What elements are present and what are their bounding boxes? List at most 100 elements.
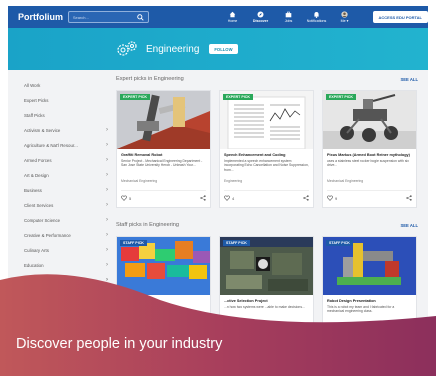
expert-pick-badge: EXPERT PICK xyxy=(326,94,356,100)
heart-icon xyxy=(224,195,230,201)
nav-notifications[interactable]: Notifications xyxy=(303,11,331,23)
nav-discover[interactable]: Discover xyxy=(247,11,275,23)
sidebar-item-agriculture[interactable]: Agriculture & Nat'l Resour... › xyxy=(24,138,110,153)
staff-picks-header: Staff picks in Engineering SEE ALL xyxy=(116,222,418,228)
sidebar-item-label: Engineering xyxy=(24,277,50,283)
follow-button[interactable]: FOLLOW xyxy=(209,44,238,54)
nav-jobs-label: Jobs xyxy=(284,19,293,23)
sidebar-item-label: Art & Design xyxy=(24,172,49,178)
like-count: 4 xyxy=(232,195,235,201)
avatar xyxy=(341,11,348,18)
staff-pick-badge: STAFF PICK xyxy=(223,240,250,246)
card-description: Senior Project - Mechanical Engineering … xyxy=(121,159,203,168)
chevron-right-icon: › xyxy=(106,172,108,178)
sidebar-item-label: Client Services xyxy=(24,202,54,208)
project-card[interactable]: EXPERT PICK Graffiti Removal Robot Senio… xyxy=(116,90,211,208)
card-title: Graffiti Removal Robot xyxy=(121,153,163,157)
search-icon[interactable] xyxy=(136,14,144,21)
card-description xyxy=(121,299,206,317)
sidebar-item-label: All Work xyxy=(24,82,41,88)
chevron-right-icon: › xyxy=(106,142,108,148)
sidebar-item-staff-picks[interactable]: Staff Picks xyxy=(24,108,110,123)
sidebar-item-label: Business xyxy=(24,187,42,193)
card-description: Implemented a speech enhancement system … xyxy=(224,159,309,172)
app-window: Portfolium Search... Home Discover Jobs … xyxy=(8,6,428,372)
sidebar-item-label: Agriculture & Nat'l Resour... xyxy=(24,142,78,148)
chevron-right-icon: › xyxy=(106,127,108,133)
share-icon[interactable] xyxy=(200,195,206,201)
like-button[interactable]: 4 xyxy=(224,195,234,201)
expert-picks-cards: EXPERT PICK Graffiti Removal Robot Senio… xyxy=(116,90,425,208)
card-description: ...n how two systems were ...able to mak… xyxy=(224,305,305,309)
project-card[interactable]: STAFF PICK Robot Design Presentation Thi… xyxy=(322,236,417,354)
card-title: Speech Enhancement and Coding xyxy=(224,153,286,157)
sidebar-item-business[interactable]: Business › xyxy=(24,183,110,198)
heart-icon xyxy=(121,195,127,201)
like-button[interactable]: 9 xyxy=(327,195,337,201)
sidebar-item-engineering[interactable]: Engineering › xyxy=(24,273,110,288)
industry-header: Engineering FOLLOW xyxy=(8,28,428,70)
nav-jobs[interactable]: Jobs xyxy=(275,11,303,23)
see-all-link[interactable]: SEE ALL xyxy=(400,77,418,82)
sidebar-item-all-work[interactable]: All Work xyxy=(24,78,110,93)
project-card[interactable]: EXPERT PICK Pixus Markus (Armed Boot Rei… xyxy=(322,90,417,208)
access-edu-portal-button[interactable]: ACCESS EDU PORTAL xyxy=(372,11,428,23)
sidebar-item-armed-forces[interactable]: Armed Forces › xyxy=(24,153,110,168)
project-thumbnail[interactable]: STAFF PICK xyxy=(117,237,210,295)
project-thumbnail[interactable]: EXPERT PICK xyxy=(220,91,313,149)
sidebar-item-label: Education xyxy=(24,262,44,268)
sidebar-item-art-design[interactable]: Art & Design › xyxy=(24,168,110,183)
staff-pick-badge: STAFF PICK xyxy=(120,240,147,246)
chevron-right-icon: › xyxy=(106,232,108,238)
compass-icon xyxy=(257,11,264,18)
card-category: Engineering xyxy=(224,179,243,183)
chevron-right-icon: › xyxy=(106,247,108,253)
card-footer: 5 xyxy=(121,190,206,201)
project-thumbnail[interactable]: STAFF PICK xyxy=(323,237,416,295)
project-card[interactable]: EXPERT PICK Speech Enhancement and Codin… xyxy=(219,90,314,208)
card-description: uses a stainless steel rocker bogie susp… xyxy=(327,159,409,168)
project-thumbnail[interactable]: STAFF PICK xyxy=(220,237,313,295)
project-thumbnail[interactable]: EXPERT PICK xyxy=(117,91,210,149)
see-all-link[interactable]: SEE ALL xyxy=(400,223,418,228)
nav-me-label: Me ▾ xyxy=(340,19,349,23)
promo-tagline: Discover people in your industry xyxy=(16,336,223,352)
category-sidebar: All Work Expert Picks Staff Picks Activi… xyxy=(24,78,110,288)
project-card[interactable]: STAFF PICK ...ctive Selection Project ..… xyxy=(219,236,314,354)
sidebar-item-activism[interactable]: Activism & Service › xyxy=(24,123,110,138)
card-footer: 9 xyxy=(327,190,412,201)
sidebar-item-culinary[interactable]: Culinary Arts › xyxy=(24,243,110,258)
nav-home[interactable]: Home xyxy=(219,11,247,23)
gears-icon xyxy=(117,41,137,56)
nav-links: Home Discover Jobs Notifications Me ▾ xyxy=(219,11,359,23)
nav-me[interactable]: Me ▾ xyxy=(331,11,359,23)
chevron-right-icon: › xyxy=(106,217,108,223)
nav-discover-label: Discover xyxy=(252,19,269,23)
project-thumbnail[interactable]: EXPERT PICK xyxy=(323,91,416,149)
card-title: Pixus Markus (Armed Boot Reiner mytholog… xyxy=(327,153,410,157)
sidebar-item-label: Culinary Arts xyxy=(24,247,49,253)
share-icon[interactable] xyxy=(406,195,412,201)
share-icon[interactable] xyxy=(303,195,309,201)
sidebar-item-creative[interactable]: Creative & Performance › xyxy=(24,228,110,243)
expert-pick-badge: EXPERT PICK xyxy=(120,94,150,100)
logo[interactable]: Portfolium xyxy=(18,12,68,22)
like-button[interactable]: 5 xyxy=(121,195,131,201)
card-title: Robot Design Presentation xyxy=(327,299,376,303)
briefcase-icon xyxy=(285,11,292,18)
sidebar-item-label: Activism & Service xyxy=(24,127,61,133)
chevron-right-icon: › xyxy=(106,202,108,208)
sidebar-item-education[interactable]: Education › xyxy=(24,258,110,273)
chevron-right-icon: › xyxy=(106,277,108,283)
search-input[interactable]: Search... xyxy=(67,11,149,23)
sidebar-item-label: Expert Picks xyxy=(24,97,49,103)
search-placeholder: Search... xyxy=(72,14,89,20)
sidebar-item-computer-science[interactable]: Computer Science › xyxy=(24,213,110,228)
sidebar-item-label: Computer Science xyxy=(24,217,61,223)
chevron-right-icon: › xyxy=(106,157,108,163)
sidebar-item-client-services[interactable]: Client Services › xyxy=(24,198,110,213)
sidebar-item-expert-picks[interactable]: Expert Picks xyxy=(24,93,110,108)
card-description: This is a robot my team and I fabricated… xyxy=(327,305,395,314)
heart-icon xyxy=(327,195,333,201)
sidebar-item-label: Armed Forces xyxy=(24,157,52,163)
